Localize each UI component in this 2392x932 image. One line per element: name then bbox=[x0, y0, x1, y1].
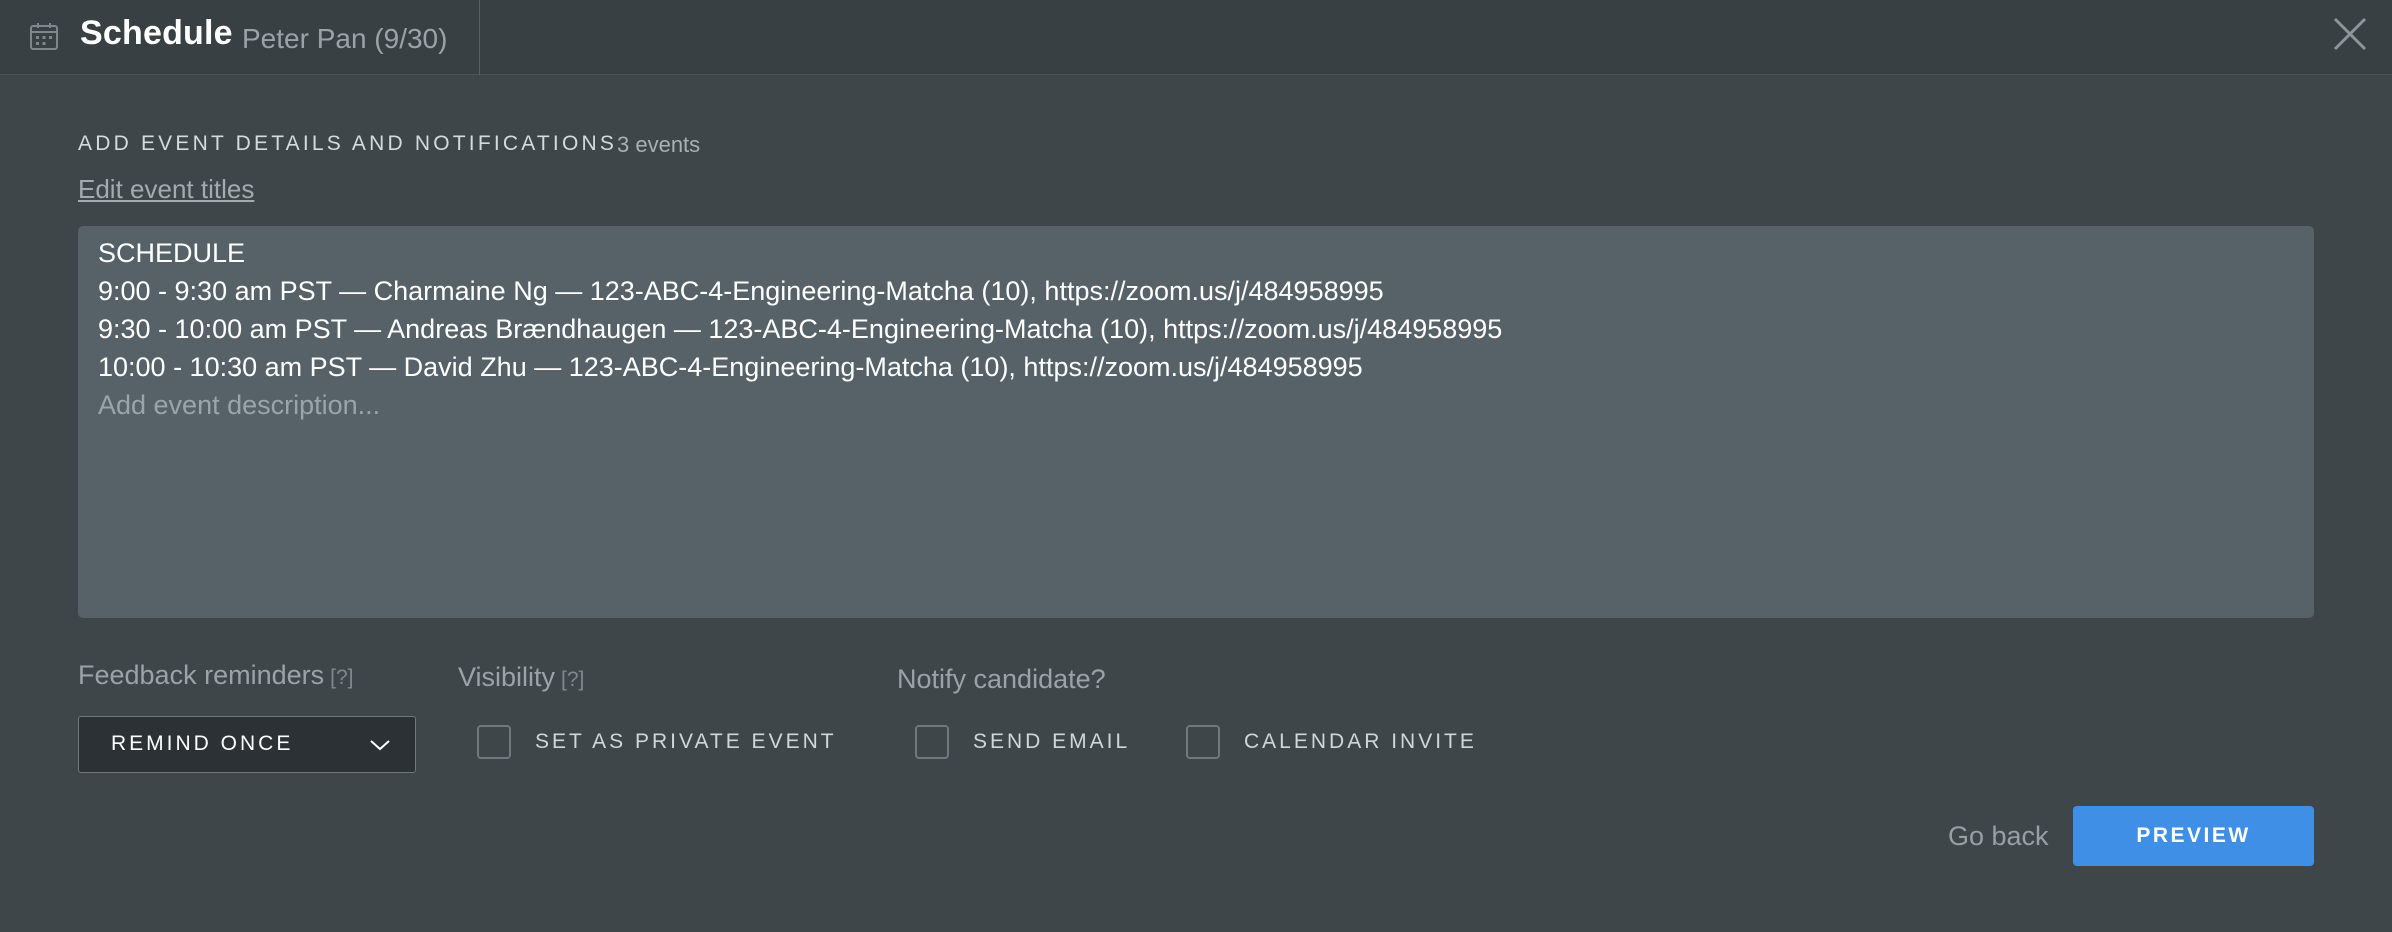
description-placeholder: Add event description... bbox=[98, 390, 381, 420]
description-line: 9:00 - 9:30 am PST — Charmaine Ng — 123-… bbox=[98, 276, 1384, 306]
feedback-reminders-text: Feedback reminders bbox=[78, 660, 325, 690]
description-line: SCHEDULE bbox=[98, 238, 246, 268]
visibility-label: Visibility [?] bbox=[458, 662, 584, 693]
preview-button[interactable]: PREVIEW bbox=[2073, 806, 2314, 866]
event-count: 3 events bbox=[617, 132, 701, 157]
chevron-down-icon bbox=[370, 740, 390, 751]
send-email-option[interactable]: SEND EMAIL bbox=[915, 725, 1130, 759]
description-line: 10:00 - 10:30 am PST — David Zhu — 123-A… bbox=[98, 352, 1363, 382]
feedback-help-link[interactable]: [?] bbox=[330, 666, 353, 689]
page-subtitle: Peter Pan (9/30) bbox=[242, 23, 448, 54]
calendar-invite-label: CALENDAR INVITE bbox=[1244, 730, 1477, 753]
go-back-button[interactable]: Go back bbox=[1948, 821, 2049, 852]
calendar-invite-option[interactable]: CALENDAR INVITE bbox=[1186, 725, 1477, 759]
modal-header: Schedule Peter Pan (9/30) bbox=[0, 0, 2392, 75]
event-description-textarea[interactable]: SCHEDULE 9:00 - 9:30 am PST — Charmaine … bbox=[78, 226, 2314, 618]
feedback-reminders-label: Feedback reminders [?] bbox=[78, 660, 353, 691]
private-event-checkbox[interactable] bbox=[477, 725, 511, 759]
private-event-label: SET AS PRIVATE EVENT bbox=[535, 730, 837, 753]
close-icon[interactable] bbox=[2330, 14, 2370, 54]
feedback-reminders-value: REMIND ONCE bbox=[111, 732, 294, 755]
edit-event-titles-link[interactable]: Edit event titles bbox=[78, 174, 254, 205]
notify-candidate-label: Notify candidate? bbox=[897, 664, 1106, 694]
description-line: 9:30 - 10:00 am PST — Andreas Brændhauge… bbox=[98, 314, 1503, 344]
private-event-option[interactable]: SET AS PRIVATE EVENT bbox=[477, 725, 837, 759]
calendar-invite-checkbox[interactable] bbox=[1186, 725, 1220, 759]
send-email-label: SEND EMAIL bbox=[973, 730, 1131, 753]
title-block: Schedule Peter Pan (9/30) bbox=[0, 0, 480, 75]
send-email-checkbox[interactable] bbox=[915, 725, 949, 759]
page-title: Schedule bbox=[80, 14, 233, 52]
feedback-reminders-select[interactable]: REMIND ONCE bbox=[78, 716, 416, 773]
section-heading: ADD EVENT DETAILS AND NOTIFICATIONS bbox=[78, 132, 618, 155]
visibility-text: Visibility bbox=[458, 662, 556, 692]
calendar-icon bbox=[30, 23, 58, 50]
visibility-help-link[interactable]: [?] bbox=[561, 668, 584, 691]
